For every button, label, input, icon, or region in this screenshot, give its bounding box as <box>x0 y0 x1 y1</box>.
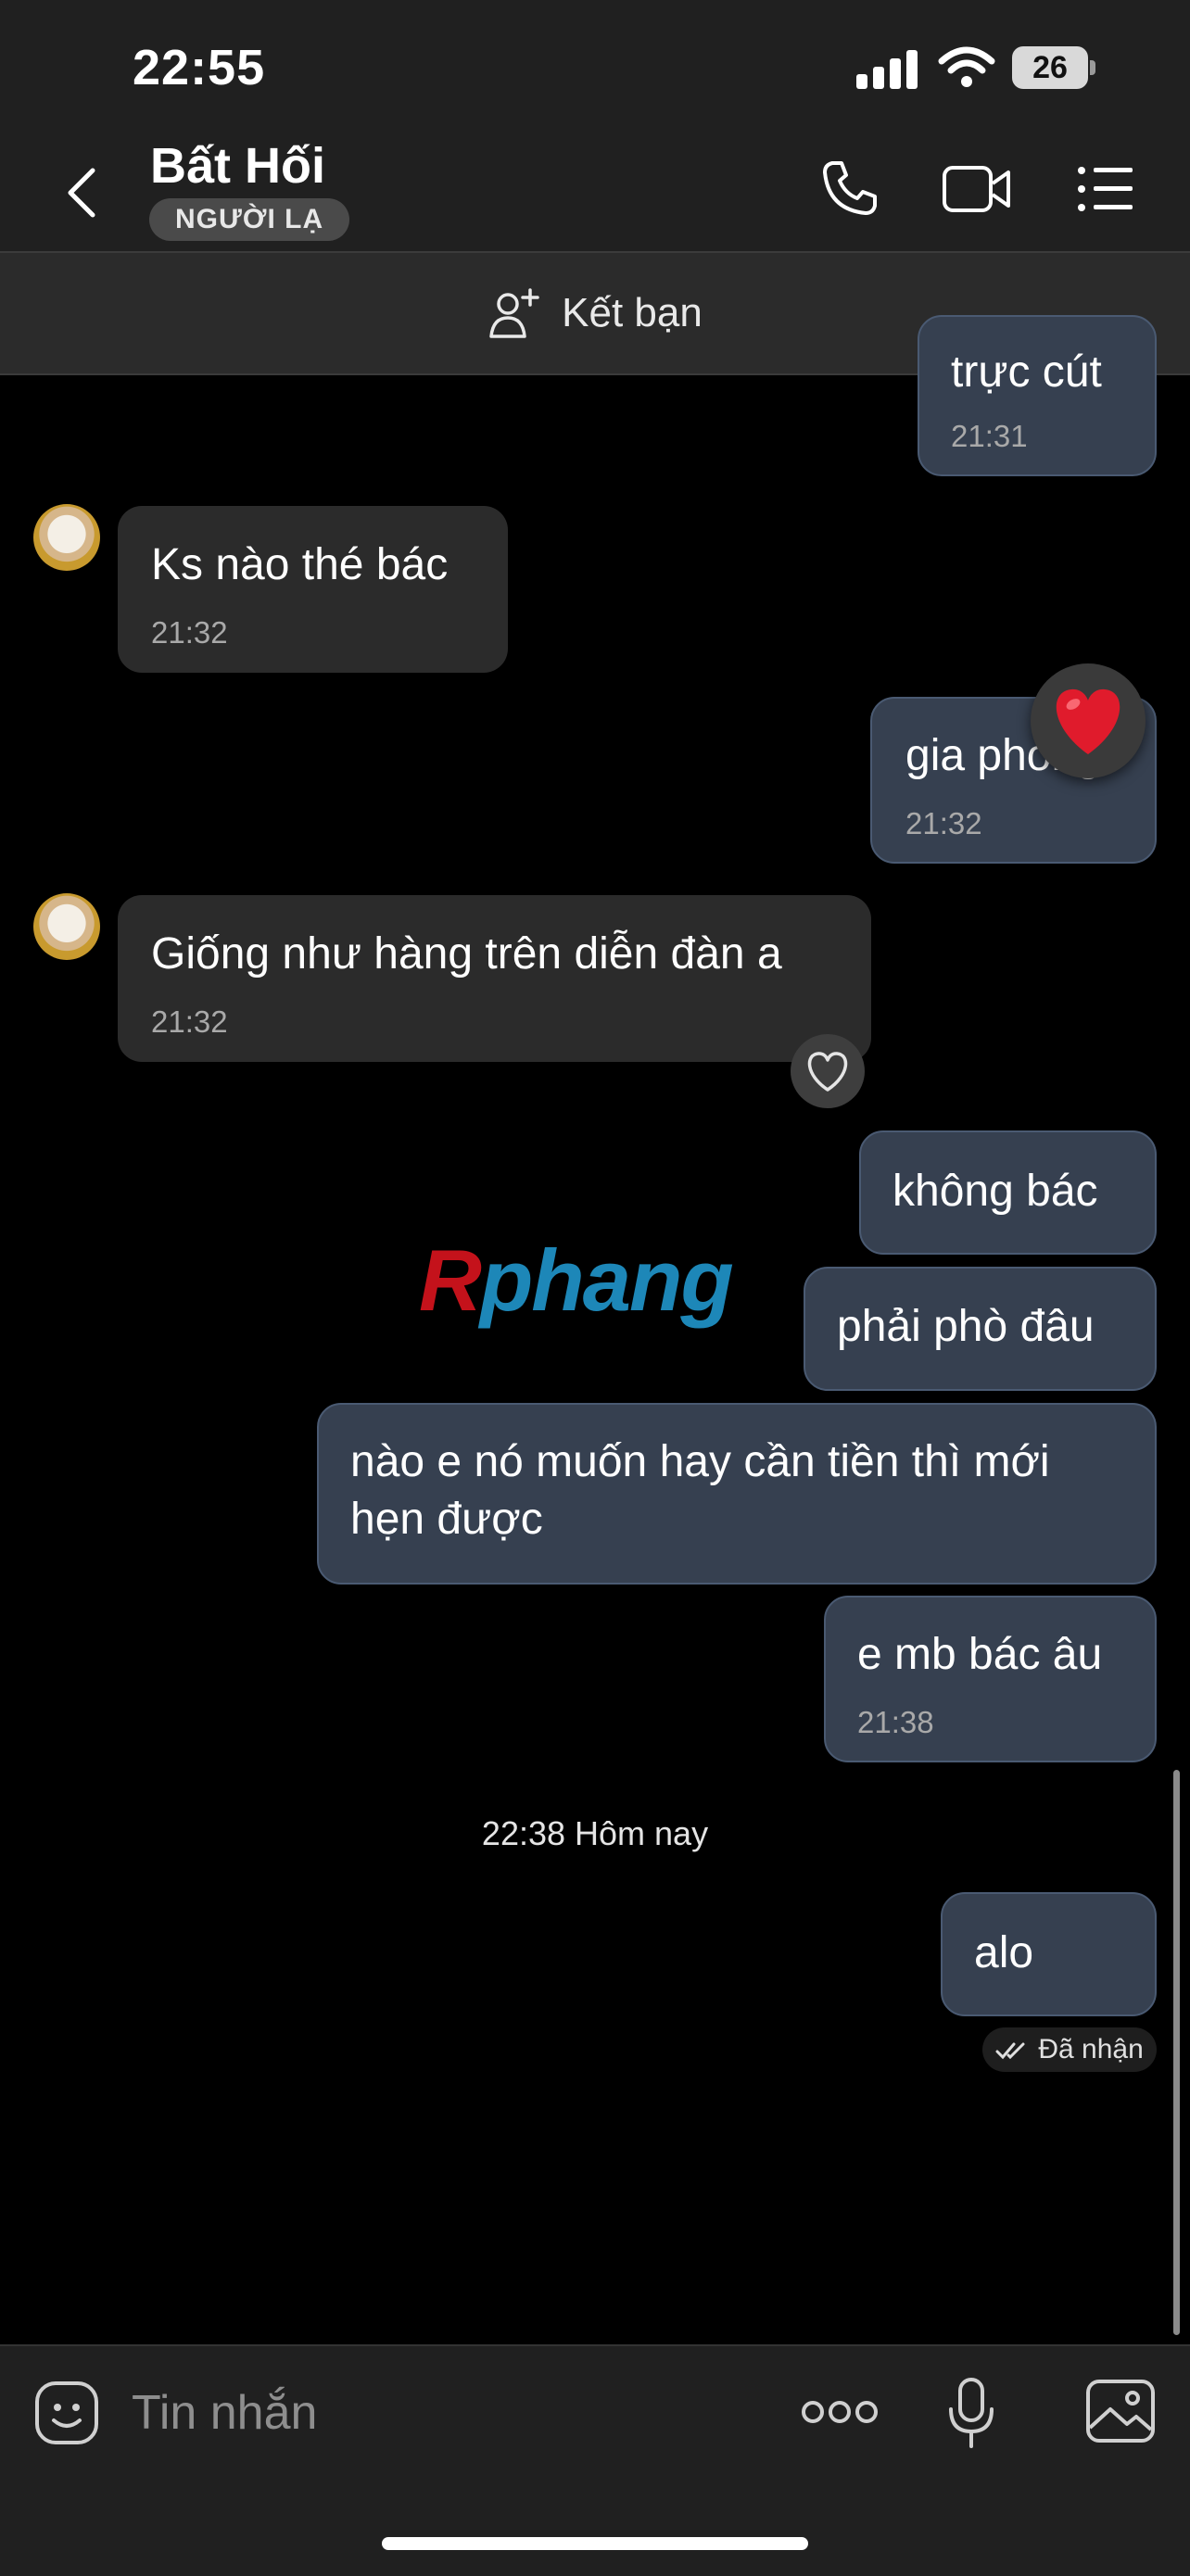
sticker-icon[interactable] <box>33 2380 100 2446</box>
message-time: 21:32 <box>905 806 982 840</box>
wifi-icon <box>938 46 995 87</box>
home-indicator[interactable] <box>382 2537 808 2550</box>
reaction-heart[interactable] <box>1031 663 1146 778</box>
contact-name[interactable]: Bất Hối <box>150 137 325 195</box>
heart-icon <box>1056 688 1120 754</box>
message-text: không bác <box>892 1167 1098 1216</box>
avatar[interactable] <box>33 504 100 571</box>
battery-level: 26 <box>1012 46 1088 89</box>
message-text: alo <box>974 1928 1034 1977</box>
date-separator: 22:38 Hôm nay <box>481 1814 709 1852</box>
avatar[interactable] <box>33 893 100 960</box>
receipt-label: Đã nhận <box>1038 2034 1144 2065</box>
message-time: 21:31 <box>951 419 1028 453</box>
message-text: trực cút <box>951 347 1102 397</box>
status-time: 22:55 <box>133 40 266 95</box>
scrollbar[interactable] <box>1173 1770 1180 2335</box>
signal-icon <box>856 50 919 89</box>
message-time: 21:32 <box>151 615 228 650</box>
message-text-line: hẹn được <box>350 1495 543 1544</box>
message-text: Ks nào thé bác <box>151 540 449 589</box>
add-friend-icon <box>489 288 539 338</box>
watermark: Rphang <box>419 1231 734 1329</box>
message-text-line: nào e nó muốn hay cần tiền thì mới <box>350 1437 1050 1486</box>
back-icon[interactable] <box>63 165 100 221</box>
video-call-icon[interactable] <box>942 163 1012 215</box>
menu-icon[interactable] <box>1077 165 1134 213</box>
battery-icon: 26 <box>1012 46 1097 89</box>
microphone-icon[interactable] <box>945 2376 997 2450</box>
message-time: 21:32 <box>151 1004 228 1039</box>
add-friend-label: Kết bạn <box>562 290 703 335</box>
message-text: Giống như hàng trên diễn đàn a <box>151 929 782 979</box>
message-input[interactable]: Tin nhắn <box>132 2385 317 2441</box>
message-text: phải phò đâu <box>837 1302 1095 1351</box>
double-check-icon <box>995 2042 1025 2060</box>
message-bubble-outgoing[interactable] <box>941 1892 1157 2016</box>
message-time: 21:38 <box>857 1705 934 1739</box>
more-icon[interactable] <box>801 2396 879 2428</box>
react-heart-button[interactable] <box>791 1034 865 1108</box>
phone-icon[interactable] <box>819 158 880 219</box>
message-text: e mb bác âu <box>857 1630 1103 1679</box>
heart-outline-icon <box>807 1052 848 1092</box>
image-icon[interactable] <box>1084 2378 1157 2444</box>
stranger-badge: NGƯỜI LẠ <box>149 198 350 241</box>
delivery-receipt: Đã nhận <box>982 2027 1157 2072</box>
